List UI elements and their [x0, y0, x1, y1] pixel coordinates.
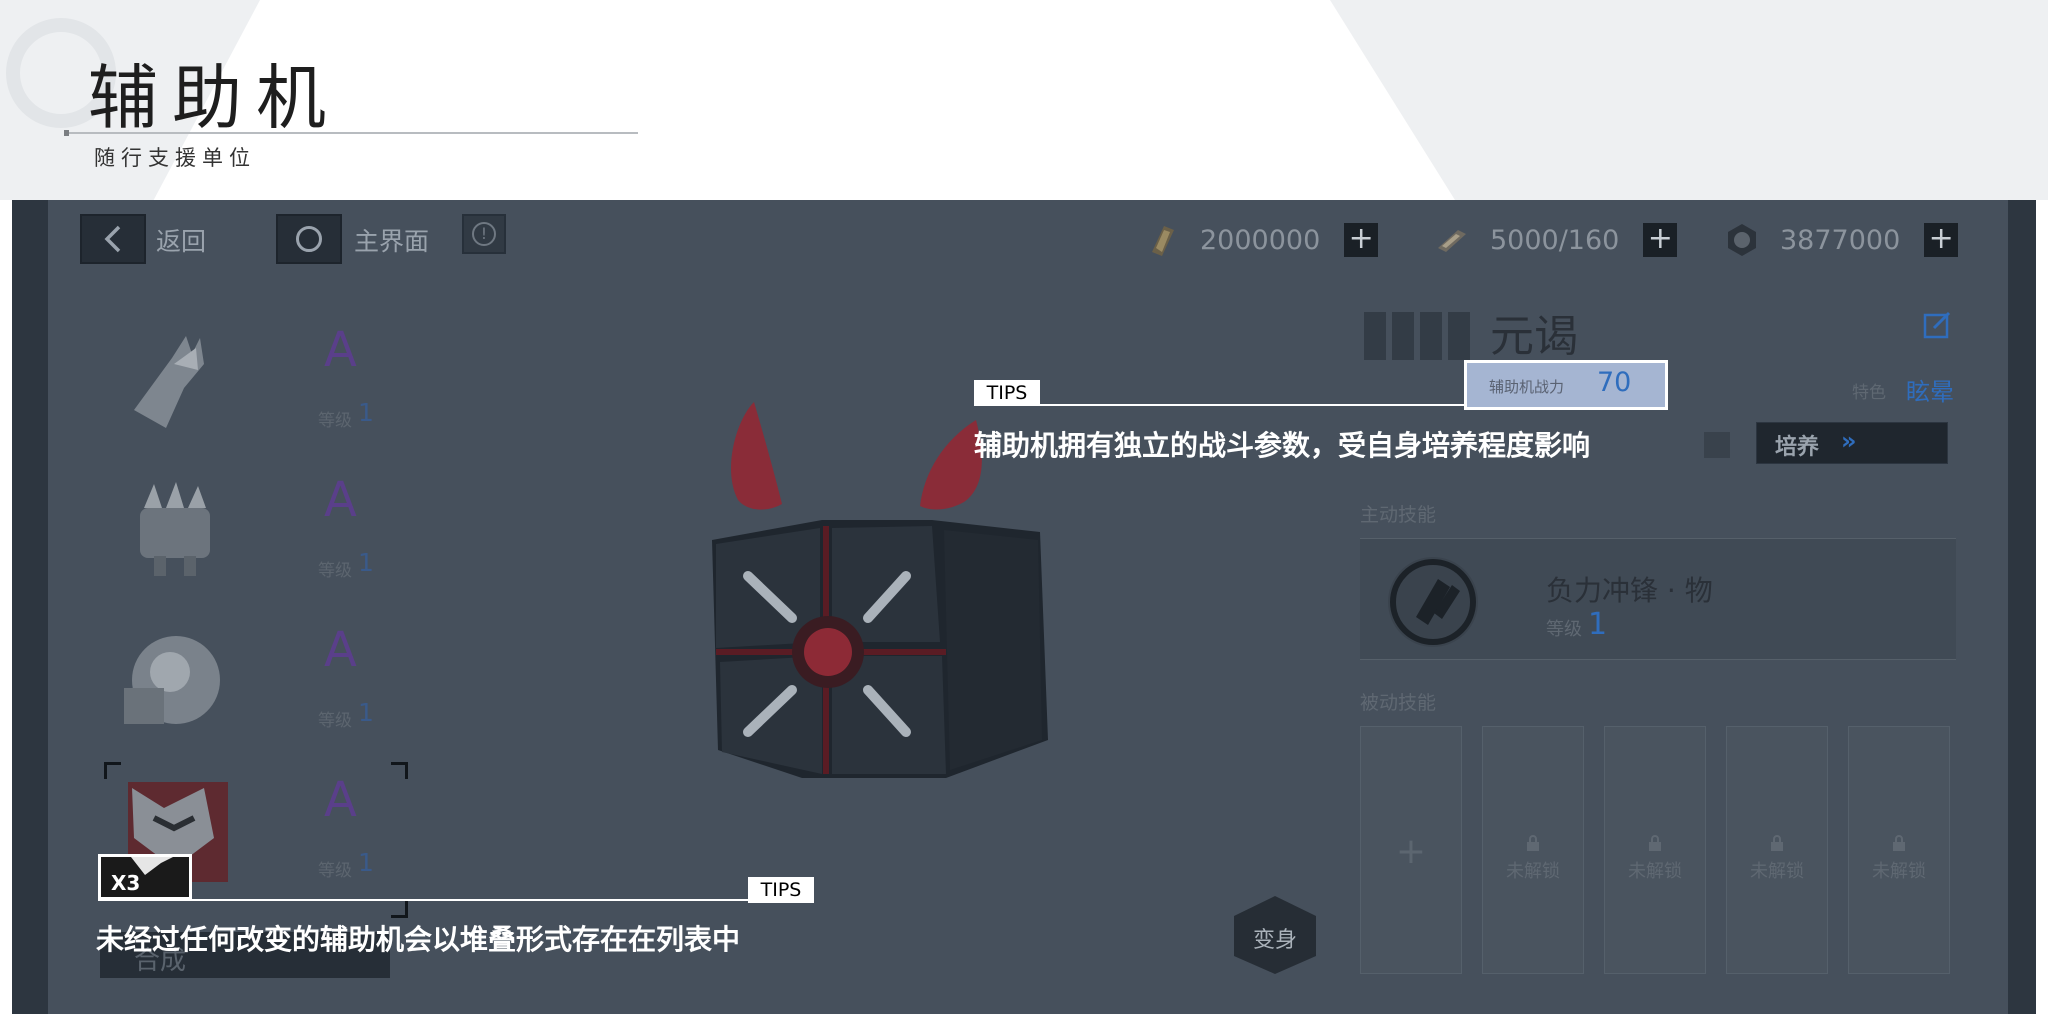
- title-divider: [64, 132, 638, 134]
- level-label: 等级: [318, 711, 352, 731]
- tips-line-top: [974, 404, 1464, 406]
- tips-tag-top: TIPS: [974, 380, 1040, 406]
- passive-slot-locked[interactable]: 未解锁: [1726, 726, 1828, 974]
- trait-label: 特色: [1852, 383, 1886, 403]
- tips-text-bottom: 未经过任何改变的辅助机会以堆叠形式存在在列表中: [96, 923, 741, 956]
- page-title: 辅助机: [88, 57, 340, 139]
- frame-edge-right: [2008, 200, 2036, 1014]
- level-value: 1: [358, 698, 374, 727]
- tips-line-bottom: [98, 899, 814, 901]
- double-chevron-icon: »: [1841, 427, 1857, 455]
- level-value: 1: [358, 548, 374, 577]
- passive-slot-add[interactable]: +: [1360, 726, 1462, 974]
- page-subtitle: 随行支援单位: [94, 146, 256, 170]
- add-parts-button[interactable]: +: [1924, 223, 1959, 257]
- home-button[interactable]: [276, 214, 342, 264]
- stack-highlight: X3: [98, 854, 192, 900]
- transform-label[interactable]: 变身: [1244, 922, 1306, 954]
- locked-label: 未解锁: [1506, 861, 1560, 882]
- mech-portrait-orb: [124, 636, 220, 724]
- mech-portrait-horned: [134, 336, 204, 428]
- combat-power-value: 70: [1597, 367, 1632, 398]
- help-button[interactable]: !: [462, 214, 506, 254]
- level-label: 等级: [318, 861, 352, 881]
- right-horn: [920, 420, 982, 510]
- passive-slot-locked[interactable]: 未解锁: [1848, 726, 1950, 974]
- header-decor-right: [1330, 0, 2048, 200]
- slide-header: 辅助机 随行支援单位: [0, 0, 2048, 200]
- rank-label: A: [324, 322, 357, 378]
- stack-count: X3: [111, 871, 141, 895]
- left-horn: [730, 402, 782, 510]
- skill-name: 负力冲锋 · 物: [1546, 574, 1713, 607]
- back-label[interactable]: 返回: [156, 222, 206, 258]
- frame-edge-left: [12, 200, 48, 1014]
- game-screenshot: 返回 主界面 ! 2000000 + 5000/160 + 3877000 + …: [12, 200, 2036, 1014]
- mech-name: 元谒: [1490, 311, 1578, 362]
- passive-skill-label: 被动技能: [1360, 692, 1437, 714]
- parts-value: 3877000: [1780, 224, 1901, 256]
- locked-label: 未解锁: [1750, 861, 1804, 882]
- title-divider-mark: [64, 130, 69, 136]
- card-ticket-icon: [1142, 222, 1182, 258]
- faction-emblem-icon: [1364, 312, 1470, 360]
- skill-level-label: 等级: [1546, 619, 1582, 640]
- selection-corner: [391, 901, 408, 918]
- add-credits-button[interactable]: +: [1344, 223, 1379, 257]
- lock-icon: [1527, 835, 1539, 851]
- resource-parts: 3877000 +: [1722, 220, 1959, 260]
- level-label: 等级: [318, 561, 352, 581]
- exclamation-icon: !: [472, 222, 496, 246]
- tips-tag-bottom: TIPS: [748, 877, 814, 903]
- plus-icon: +: [1395, 831, 1427, 872]
- gear-coin-icon: [1722, 222, 1762, 258]
- level-value: 1: [358, 398, 374, 427]
- resource-fuel: 5000/160 +: [1432, 220, 1678, 260]
- edit-icon[interactable]: [1922, 310, 1952, 340]
- lock-icon: [1771, 835, 1783, 851]
- list-item[interactable]: A 等级 1: [100, 468, 400, 608]
- train-label: 培养: [1775, 435, 1820, 460]
- locked-label: 未解锁: [1628, 861, 1682, 882]
- charge-skill-icon: [1388, 557, 1478, 647]
- home-label[interactable]: 主界面: [354, 222, 429, 258]
- level-label: 等级: [318, 411, 352, 431]
- active-skill-label: 主动技能: [1360, 504, 1437, 526]
- back-button[interactable]: [80, 214, 146, 264]
- rank-label: A: [324, 772, 357, 828]
- chevron-left-icon: [104, 225, 121, 253]
- fuel-ammo-icon: [1432, 222, 1472, 258]
- lock-icon: [1649, 835, 1661, 851]
- tips-text-top: 辅助机拥有独立的战斗参数，受自身培养程度影响: [974, 429, 1591, 462]
- lock-icon[interactable]: [1704, 432, 1730, 458]
- combat-power-highlight: 辅助机战力 70: [1464, 360, 1668, 410]
- list-item[interactable]: A 等级 1: [100, 618, 400, 758]
- passive-slot-locked[interactable]: 未解锁: [1604, 726, 1706, 974]
- credits-value: 2000000: [1200, 224, 1321, 256]
- locked-label: 未解锁: [1872, 861, 1926, 882]
- passive-slot-locked[interactable]: 未解锁: [1482, 726, 1584, 974]
- active-skill-card[interactable]: 负力冲锋 · 物 等级 1: [1360, 538, 1956, 660]
- level-value: 1: [358, 848, 374, 877]
- home-ring-icon: [296, 226, 322, 252]
- rank-label: A: [324, 472, 357, 528]
- mech-portrait-claw: [140, 482, 210, 576]
- trait-value: 眩晕: [1906, 378, 1954, 406]
- add-fuel-button[interactable]: +: [1643, 223, 1678, 257]
- train-button[interactable]: 培养 »: [1756, 422, 1948, 464]
- skill-level-value: 1: [1588, 607, 1608, 642]
- resource-credits: 2000000 +: [1142, 220, 1379, 260]
- selection-corner: [391, 762, 408, 779]
- combat-power-label: 辅助机战力: [1489, 378, 1565, 396]
- rank-label: A: [324, 622, 357, 678]
- lock-icon: [1893, 835, 1905, 851]
- list-item[interactable]: A 等级 1: [100, 318, 400, 458]
- fuel-value: 5000/160: [1490, 224, 1620, 256]
